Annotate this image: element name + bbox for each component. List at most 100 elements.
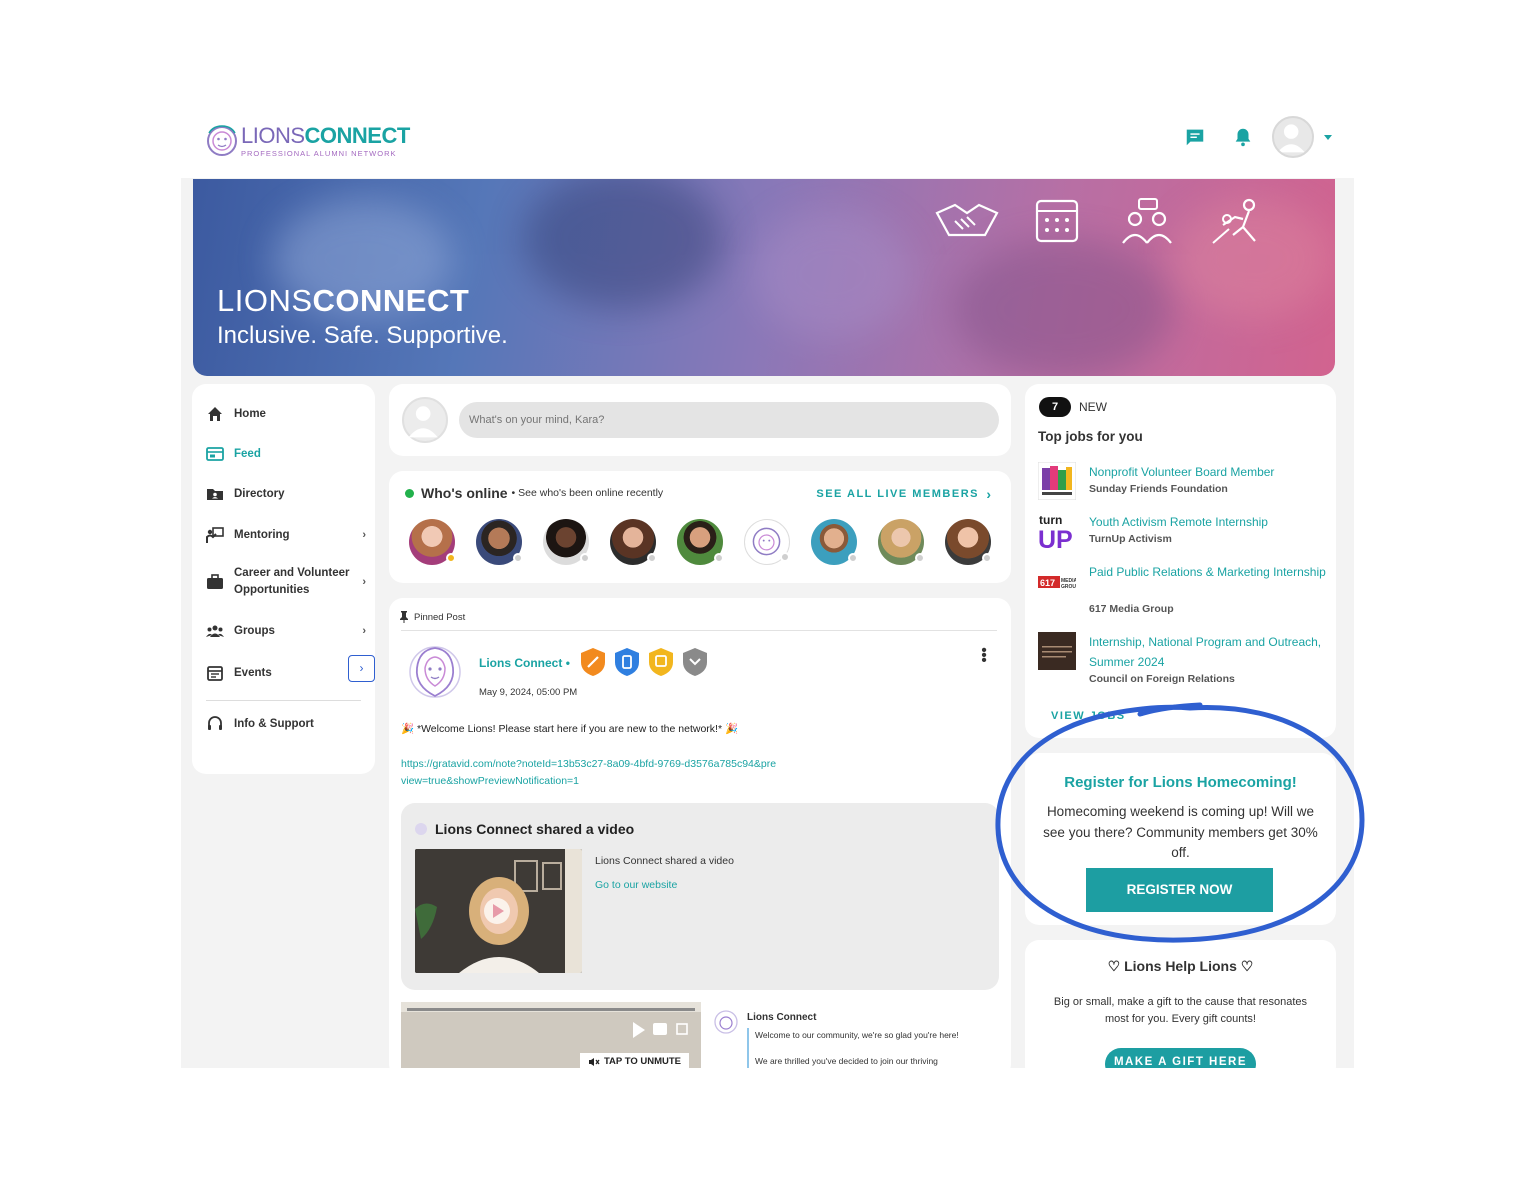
view-jobs-link[interactable]: VIEW JOBS	[1051, 710, 1126, 722]
embedded-post-author: Lions Connect	[747, 1012, 817, 1023]
author-separator: •	[565, 656, 570, 670]
pin-icon	[400, 611, 408, 623]
video-thumbnail-image	[415, 849, 582, 973]
svg-text:turn: turn	[1039, 513, 1062, 527]
status-dot	[580, 553, 590, 563]
job-company: Council on Foreign Relations	[1089, 673, 1235, 685]
sidebar-item-home[interactable]: Home	[206, 405, 366, 423]
calendar-illustration-icon	[1035, 199, 1079, 243]
handshake-icon	[935, 203, 999, 237]
member-avatar[interactable]	[543, 519, 590, 565]
embedded-video-player[interactable]: TAP TO UNMUTE	[401, 1002, 701, 1068]
member-avatar[interactable]	[878, 519, 925, 565]
member-avatar[interactable]	[744, 519, 790, 565]
groups-icon	[206, 625, 224, 637]
logo-subtitle: PROFESSIONAL ALUMNI NETWORK	[241, 148, 397, 158]
shared-video-title: Lions Connect shared a video	[435, 821, 635, 837]
shared-video-header: Lions Connect shared a video	[415, 821, 634, 837]
member-avatar[interactable]	[476, 519, 523, 565]
shared-video-card: Lions Connect shared a video Lions Conne…	[401, 803, 999, 990]
sidebar-item-events[interactable]: Events	[206, 664, 366, 682]
homecoming-text: Homecoming weekend is coming up! Will we…	[1043, 804, 1318, 860]
divider	[401, 630, 997, 631]
svg-text:GROUP: GROUP	[1061, 584, 1076, 590]
member-avatar[interactable]	[945, 519, 992, 565]
go-to-website-link[interactable]: Go to our website	[595, 879, 677, 891]
job-company: 617 Media Group	[1089, 603, 1174, 615]
svg-text:UP: UP	[1038, 526, 1073, 550]
pinned-post-card: Pinned Post Lions Connect • May 9, 2024,…	[389, 598, 1011, 1068]
user-avatar-button[interactable]	[1272, 116, 1314, 158]
composer-input[interactable]	[459, 402, 999, 438]
home-icon	[208, 407, 222, 421]
banner-tagline: Inclusive. Safe. Supportive.	[217, 322, 508, 349]
post-author-link[interactable]: Lions Connect •	[479, 656, 570, 670]
svg-text:617: 617	[1040, 578, 1055, 588]
muted-speaker-icon	[588, 1057, 600, 1066]
register-now-button[interactable]: REGISTER NOW	[1086, 868, 1273, 912]
blue-shield-badge-icon	[615, 648, 639, 676]
job-title: Paid Public Relations & Marketing Intern…	[1089, 565, 1326, 579]
top-jobs-card: 7 NEW Top jobs for you Nonprofit Volunte…	[1025, 384, 1336, 738]
member-avatar[interactable]	[677, 519, 724, 565]
post-body: 🎉 *Welcome Lions! Please start here if y…	[401, 723, 739, 735]
directory-icon	[207, 489, 223, 500]
calendar-icon	[207, 666, 223, 681]
make-a-gift-button[interactable]: MAKE A GIFT HERE	[1105, 1048, 1256, 1068]
see-all-live-members-link[interactable]: SEE ALL LIVE MEMBERS	[816, 488, 979, 500]
homecoming-card: Register for Lions Homecoming! Homecomin…	[1025, 753, 1336, 925]
lions-connect-logo[interactable]: LIONSCONNECT PROFESSIONAL ALUMNI NETWORK	[205, 123, 410, 159]
post-author-name: Lions Connect	[479, 656, 563, 670]
shared-video-description: Lions Connect shared a video	[595, 855, 734, 867]
status-dot	[513, 553, 523, 563]
account-menu-caret-icon[interactable]	[1324, 134, 1332, 140]
notifications-bell-icon[interactable]	[1232, 126, 1254, 148]
briefcase-icon	[207, 574, 223, 589]
banner-title-light: LIONS	[217, 283, 313, 318]
job-title: Nonprofit Volunteer Board Member	[1089, 465, 1275, 479]
feed-icon	[206, 447, 224, 461]
post-link[interactable]: https://gratavid.com/note?noteId=13b53c2…	[401, 756, 781, 790]
sidebar-divider	[206, 700, 361, 701]
sidebar-item-info-support[interactable]: Info & Support	[206, 715, 366, 733]
sidebar-item-label: Mentoring	[234, 529, 290, 541]
job-company: Sunday Friends Foundation	[1089, 483, 1228, 495]
gift-text: Big or small, make a gift to the cause t…	[1053, 996, 1308, 1025]
member-avatar[interactable]	[610, 519, 657, 565]
banner-title: LIONSCONNECT	[217, 283, 469, 319]
sidebar-item-career[interactable]: Career and Volunteer Opportunities ›	[206, 565, 366, 599]
sidebar-item-groups[interactable]: Groups ›	[206, 622, 366, 640]
sidebar-item-directory[interactable]: Directory	[206, 485, 366, 503]
lions-connect-avatar-icon[interactable]	[407, 642, 463, 702]
gold-shield-badge-icon	[649, 648, 673, 676]
online-status-dot	[405, 488, 414, 498]
embedded-post-line-1: Welcome to our community, we're so glad …	[755, 1030, 959, 1040]
sidebar-item-label: Info & Support	[234, 718, 314, 730]
status-dot	[780, 552, 790, 562]
post-composer	[389, 384, 1011, 456]
617-media-logo-icon: 617MEDIAGROUP	[1038, 576, 1076, 590]
left-sidebar: Home Feed Directory Mentoring › Career a…	[192, 384, 375, 774]
composer-avatar	[402, 397, 448, 443]
member-avatar[interactable]	[811, 519, 858, 565]
sidebar-item-feed[interactable]: Feed	[206, 445, 366, 463]
chevron-right-icon[interactable]: ›	[986, 486, 991, 502]
gray-shield-badge-icon	[683, 648, 707, 676]
hero-banner: LIONSCONNECT Inclusive. Safe. Supportive…	[193, 179, 1335, 376]
whos-online-header: Who's online • See who's been online rec…	[405, 485, 663, 501]
sidebar-item-label: Career and Volunteer Opportunities	[234, 567, 350, 596]
member-avatar[interactable]	[409, 519, 456, 565]
climbing-support-icon	[1212, 198, 1256, 244]
status-dot	[647, 553, 657, 563]
sidebar-item-mentoring[interactable]: Mentoring ›	[206, 526, 366, 544]
sidebar-collapse-button[interactable]: ›	[348, 655, 375, 682]
job-company: TurnUp Activism	[1089, 533, 1172, 545]
sidebar-item-label: Groups	[234, 625, 275, 637]
gift-title: ♡ Lions Help Lions ♡	[1107, 958, 1254, 974]
post-options-kebab-icon[interactable]: • • •	[981, 643, 987, 669]
chevron-right-icon: ›	[362, 575, 366, 588]
video-thumbnail[interactable]	[415, 849, 582, 973]
messages-icon[interactable]	[1184, 126, 1206, 148]
tap-to-unmute-button[interactable]: TAP TO UNMUTE	[579, 1053, 689, 1068]
whos-online-card: Who's online • See who's been online rec…	[389, 471, 1011, 583]
